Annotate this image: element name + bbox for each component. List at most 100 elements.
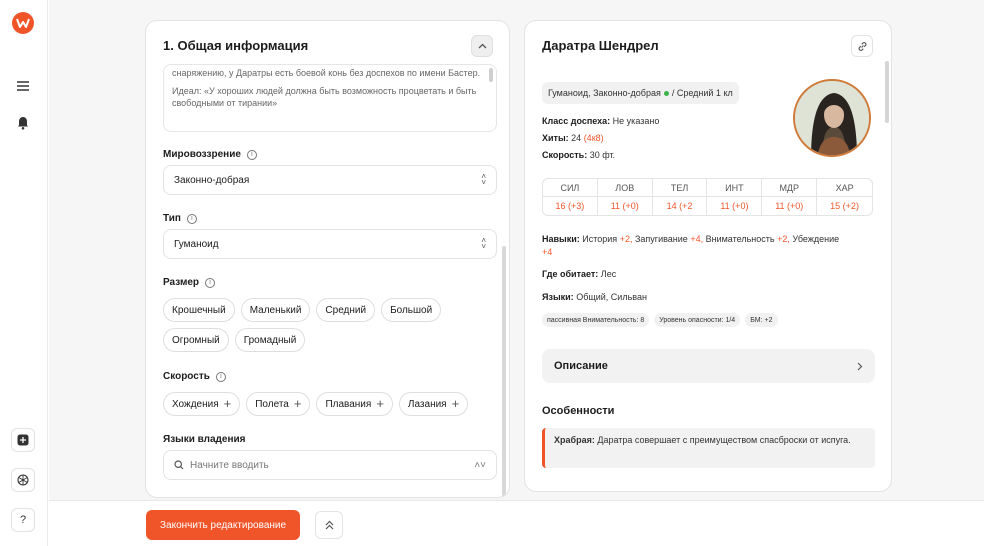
info-icon[interactable]: i	[215, 371, 226, 382]
feature-text: Даратра совершает с преимуществом спасбр…	[597, 435, 851, 445]
size-chip[interactable]: Громадный	[234, 328, 306, 352]
logo-icon[interactable]	[12, 12, 34, 34]
ability-value[interactable]: 15 (+2)	[817, 197, 872, 215]
habitat-line: Где обитает: Лес	[542, 269, 616, 279]
skill-bonus[interactable]: +4	[542, 247, 552, 257]
languages-card-label: Языки:	[542, 292, 574, 302]
size-chip[interactable]: Средний	[316, 298, 376, 322]
editor-panel: 1. Общая информация снаряжению, у Даратр…	[145, 20, 510, 498]
languages-search-select[interactable]: Начните вводить ˄˅	[163, 450, 497, 480]
type-value: Гуманоид	[174, 238, 219, 250]
languages-card-value: Общий, Сильван	[576, 292, 647, 302]
menu-icon[interactable]	[14, 77, 32, 95]
hp-label: Хиты:	[542, 133, 569, 143]
size-label-text: Размер	[163, 277, 200, 288]
scroll-top-button[interactable]	[315, 511, 343, 539]
skill-bonus[interactable]: +4,	[690, 234, 703, 244]
collapse-button[interactable]	[471, 35, 493, 57]
skills-label: Навыки:	[542, 234, 580, 244]
skill-bonus[interactable]: +2,	[777, 234, 790, 244]
alignment-label: Мировоззрение i	[163, 149, 257, 160]
speed-line: Скорость: 30 фт.	[542, 150, 615, 160]
languages-line: Языки: Общий, Сильван	[542, 292, 647, 302]
ability-name: ЛОВ	[597, 179, 652, 197]
languages-label-text: Языки владения	[163, 434, 246, 445]
ability-name: СИЛ	[543, 179, 597, 197]
ability-name: ИНТ	[707, 179, 762, 197]
ability-table: СИЛ 16 (+3) ЛОВ 11 (+0) ТЕЛ 14 (+2 ИНТ 1…	[542, 178, 873, 216]
type-line-a: Гуманоид, Законно-добрая	[548, 88, 661, 98]
speed-chip-fly[interactable]: Полета +	[246, 392, 311, 416]
bell-icon[interactable]	[14, 114, 32, 132]
ability-value[interactable]: 14 (+2	[653, 197, 707, 215]
plus-icon: +	[376, 396, 384, 411]
size-chip[interactable]: Огромный	[163, 328, 229, 352]
languages-label: Языки владения	[163, 434, 246, 445]
alignment-label-text: Мировоззрение	[163, 149, 241, 160]
speed-value: 30 фт.	[589, 150, 616, 160]
languages-placeholder: Начните вводить	[190, 459, 269, 471]
description-accordion[interactable]: Описание	[542, 349, 875, 383]
footer-bar: Закончить редактирование	[49, 500, 984, 546]
features-title: Особенности	[542, 405, 615, 417]
textarea-line-2: Идеал: «У хороших людей должна быть возм…	[172, 86, 477, 108]
speed-label: Скорость i	[163, 371, 226, 382]
size-chip[interactable]: Маленький	[240, 298, 311, 322]
sort-chevron-icon: ˄˅	[481, 236, 486, 251]
ability-dex: ЛОВ 11 (+0)	[597, 179, 653, 215]
type-select[interactable]: Гуманоид ˄ ˅	[163, 229, 497, 259]
info-icon[interactable]: i	[186, 213, 197, 224]
type-label: Тип i	[163, 213, 197, 224]
add-icon[interactable]	[11, 428, 35, 452]
speed-chip-walk[interactable]: Хождения +	[163, 392, 241, 416]
sort-chevron-icon: ˄˅	[474, 459, 486, 471]
info-icon[interactable]: i	[205, 277, 216, 288]
speed-chip-label: Лазания	[407, 398, 447, 410]
ability-value[interactable]: 11 (+0)	[762, 197, 816, 215]
skill-name: История	[582, 234, 618, 244]
status-dot	[663, 90, 669, 96]
alignment-value: Законно-добрая	[174, 174, 250, 186]
plus-icon: +	[451, 396, 460, 411]
double-chevron-up-icon	[325, 520, 333, 530]
plus-icon: +	[293, 396, 302, 411]
size-chip[interactable]: Крошечный	[163, 298, 235, 322]
habitat-label: Где обитает:	[542, 269, 599, 279]
description-textarea[interactable]: снаряжению, у Даратры есть боевой конь б…	[163, 64, 497, 132]
sort-chevron-icon: ˄˅	[481, 172, 486, 187]
panel-scrollbar[interactable]	[502, 246, 506, 497]
description-label: Описание	[554, 360, 608, 372]
hp-value: 24	[571, 133, 582, 143]
alignment-select[interactable]: Законно-добрая ˄ ˅	[163, 165, 497, 195]
plus-icon: +	[223, 396, 232, 411]
armor-value: Не указано	[612, 116, 660, 126]
info-icon[interactable]: i	[246, 149, 257, 160]
hp-dice[interactable]: (4к8)	[584, 133, 604, 143]
type-label-text: Тип	[163, 213, 181, 224]
ability-cha: ХАР 15 (+2)	[817, 179, 872, 215]
ability-value[interactable]: 11 (+0)	[707, 197, 761, 215]
speed-chip-swim[interactable]: Плавания +	[316, 392, 393, 416]
armor-line: Класс доспеха: Не указано	[542, 116, 659, 126]
finish-editing-button[interactable]: Закончить редактирование	[146, 510, 301, 540]
left-rail: ?	[0, 0, 48, 546]
search-icon	[174, 460, 184, 470]
feature-item: Храбрая: Даратра совершает с преимуществ…	[542, 428, 875, 468]
skill-name: Внимательность	[705, 234, 775, 244]
ability-int: ИНТ 11 (+0)	[707, 179, 763, 215]
speed-chip-climb[interactable]: Лазания +	[398, 392, 469, 416]
skill-name: Убеждение	[792, 234, 840, 244]
proficiency-badge: БМ: +2	[745, 313, 778, 327]
textarea-scrollbar[interactable]	[489, 68, 493, 82]
challenge-badge: Уровень опасности: 1/4	[654, 313, 741, 327]
chevron-up-icon	[478, 43, 486, 49]
card-scrollbar[interactable]	[885, 61, 889, 123]
type-pill: Гуманоид, Законно-добрая / Средний 1 кл	[542, 82, 739, 104]
skill-bonus[interactable]: +2,	[620, 234, 633, 244]
link-button[interactable]	[851, 35, 873, 57]
help-icon[interactable]: ?	[11, 508, 35, 532]
size-chip[interactable]: Большой	[381, 298, 442, 322]
settings-icon[interactable]	[11, 468, 35, 492]
ability-value[interactable]: 11 (+0)	[598, 197, 652, 215]
ability-value[interactable]: 16 (+3)	[543, 197, 597, 215]
